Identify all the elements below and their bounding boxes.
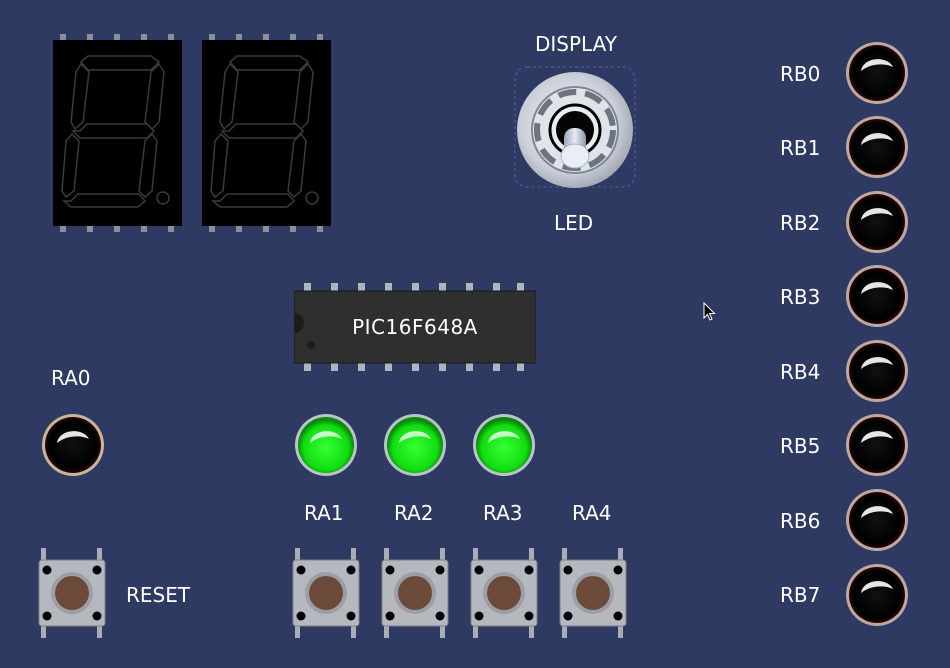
seven-segment-display-left (53, 34, 183, 232)
rb4-led (845, 339, 909, 403)
reset-button[interactable] (38, 548, 106, 638)
rb6-led (845, 488, 909, 552)
reset-button-label: RESET (126, 583, 191, 607)
ra3-button[interactable] (470, 548, 538, 638)
rb7-led (845, 563, 909, 627)
ra1-button-label: RA1 (304, 501, 344, 525)
toggle-label-display: DISPLAY (535, 32, 618, 56)
rb5-led-label: RB5 (780, 434, 821, 458)
rb3-led-label: RB3 (780, 285, 821, 309)
ra3-button-label: RA3 (483, 501, 523, 525)
ra3-led (472, 413, 536, 477)
ra1-led (294, 413, 358, 477)
seven-segment-display-right (202, 34, 332, 232)
chip-label: PIC16F648A (352, 315, 478, 339)
ra0-led (41, 413, 105, 477)
ra0-led-label: RA0 (51, 366, 91, 390)
rb6-led-label: RB6 (780, 509, 821, 533)
mouse-cursor-icon (703, 301, 717, 326)
ra4-button-label: RA4 (572, 501, 612, 525)
rb1-led (845, 115, 909, 179)
ra2-button[interactable] (381, 548, 449, 638)
ra4-button[interactable] (559, 548, 627, 638)
pic-microcontroller-chip: PIC16F648A (294, 283, 536, 371)
rb3-led (845, 264, 909, 328)
toggle-label-led: LED (554, 211, 594, 235)
display-led-toggle-switch[interactable] (514, 66, 636, 188)
ra2-button-label: RA2 (394, 501, 434, 525)
rb1-led-label: RB1 (780, 136, 821, 160)
rb4-led-label: RB4 (780, 360, 821, 384)
ra2-led (383, 413, 447, 477)
rb5-led (845, 413, 909, 477)
rb2-led (845, 190, 909, 254)
ra1-button[interactable] (292, 548, 360, 638)
rb0-led-label: RB0 (780, 62, 821, 86)
rb7-led-label: RB7 (780, 583, 821, 607)
rb0-led (845, 41, 909, 105)
rb2-led-label: RB2 (780, 211, 821, 235)
